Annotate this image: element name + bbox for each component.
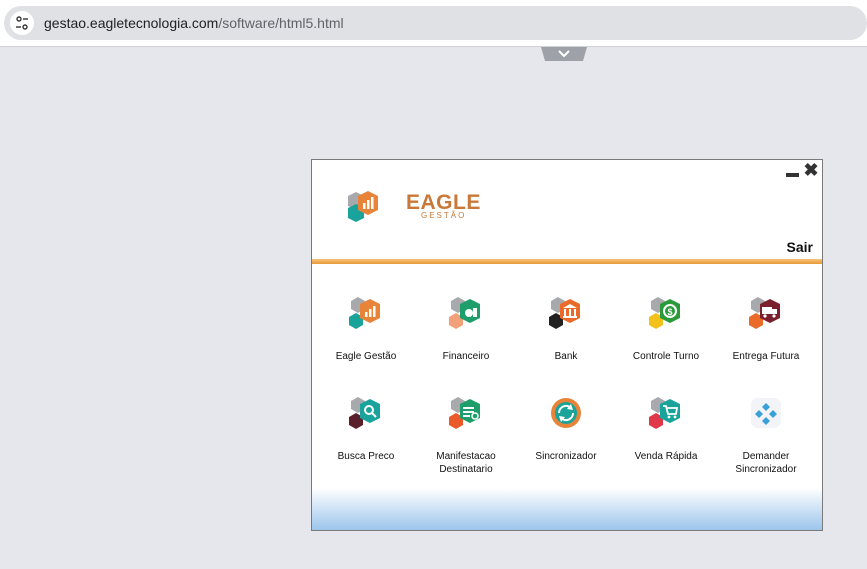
- app-financeiro[interactable]: Financeiro: [416, 295, 516, 363]
- exit-button[interactable]: Sair: [787, 239, 813, 255]
- document-check-icon: [449, 397, 480, 429]
- footer-gradient: [312, 488, 822, 530]
- svg-text:$: $: [667, 307, 672, 317]
- sync-icon: [551, 398, 581, 428]
- app-label: Venda Rápida: [634, 451, 698, 462]
- browser-address-bar: gestao.eagletecnologia.com/software/html…: [0, 0, 867, 46]
- app-label: Entrega Futura: [732, 351, 800, 362]
- app-label: Demander Sincronizador: [735, 451, 797, 475]
- truck-icon: [749, 297, 780, 329]
- demander-icon: [751, 398, 781, 428]
- app-demander-sincronizador[interactable]: Demander Sincronizador: [716, 395, 816, 476]
- minimize-icon[interactable]: [786, 173, 799, 177]
- app-label: Bank: [554, 351, 578, 362]
- pull-down-tab[interactable]: [541, 47, 587, 61]
- money-bag-icon: [449, 297, 480, 329]
- app-sincronizador[interactable]: Sincronizador: [516, 395, 616, 463]
- app-label: Eagle Gestão: [335, 351, 397, 362]
- app-eagle-gestao[interactable]: Eagle Gestão: [316, 295, 416, 363]
- app-venda-rapida[interactable]: Venda Rápida: [616, 395, 716, 463]
- eagle-logo: EAGLE GESTÃO: [346, 188, 480, 229]
- chart-bars-icon: [349, 297, 380, 329]
- url-path: /software/html5.html: [218, 15, 344, 31]
- app-bank[interactable]: Bank: [516, 295, 616, 363]
- toolbar-divider: [0, 46, 867, 47]
- app-label: Controle Turno: [632, 351, 700, 362]
- app-label: Sincronizador: [535, 451, 597, 462]
- cart-icon: [649, 397, 680, 429]
- url-field[interactable]: gestao.eagletecnologia.com/software/html…: [4, 6, 867, 40]
- eagle-logo-icon: [348, 191, 378, 222]
- bank-icon: [549, 297, 580, 329]
- search-price-icon: [349, 397, 380, 429]
- app-label: Manifestacao Destinatario: [436, 451, 496, 475]
- dollar-cycle-icon: $: [649, 297, 680, 329]
- app-entrega-futura[interactable]: Entrega Futura: [716, 295, 816, 363]
- app-label: Busca Preco: [337, 451, 395, 462]
- tune-icon[interactable]: [10, 11, 34, 35]
- logo-subtitle: GESTÃO: [421, 211, 467, 220]
- app-busca-preco[interactable]: Busca Preco: [316, 395, 416, 463]
- app-label: Financeiro: [442, 351, 490, 362]
- close-icon[interactable]: ✖: [803, 161, 819, 179]
- url-text[interactable]: gestao.eagletecnologia.com/software/html…: [44, 15, 344, 31]
- app-controle-turno[interactable]: $ Controle Turno: [616, 295, 716, 363]
- header-divider: [312, 259, 822, 264]
- app-manifestacao-destinatario[interactable]: Manifestacao Destinatario: [416, 395, 516, 476]
- url-host: gestao.eagletecnologia.com: [44, 15, 219, 31]
- app-launcher-window: ✖ EAGLE GESTÃO Sair Eagle Gestão Finance…: [311, 159, 823, 531]
